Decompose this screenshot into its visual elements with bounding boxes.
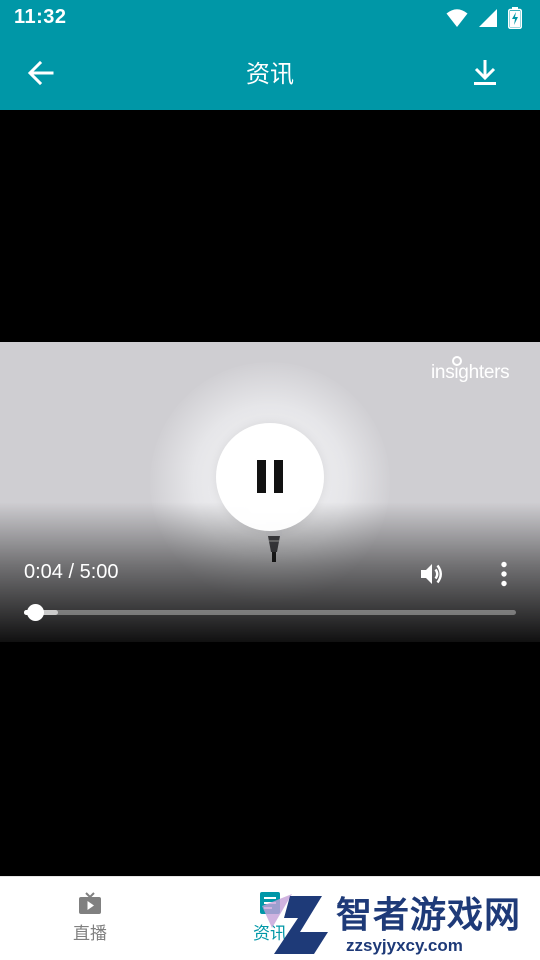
- status-bar: 11:32: [0, 0, 540, 36]
- status-icons: [446, 7, 522, 29]
- app-bar: 资讯: [0, 36, 540, 110]
- status-time: 11:32: [14, 6, 67, 28]
- signal-icon: [479, 9, 497, 27]
- more-options-button[interactable]: [494, 561, 514, 587]
- pause-button[interactable]: [216, 423, 324, 531]
- site-logo-icon: [262, 894, 328, 954]
- volume-button[interactable]: [418, 560, 446, 588]
- time-display: 0:04 / 5:00: [24, 561, 119, 583]
- site-watermark: 智者游戏网 zzsyjyxcy.com: [254, 888, 540, 960]
- page-title: 资讯: [246, 60, 294, 88]
- site-url: zzsyjyxcy.com: [346, 936, 463, 955]
- volume-icon: [421, 564, 442, 584]
- nav-item-live[interactable]: 直播: [30, 877, 150, 960]
- download-button[interactable]: [470, 56, 500, 90]
- nav-label-live: 直播: [73, 924, 107, 944]
- site-name: 智者游戏网: [336, 895, 522, 936]
- more-vertical-icon: [501, 561, 507, 587]
- wifi-icon: [446, 9, 468, 27]
- battery-icon: [508, 7, 522, 29]
- seek-bar[interactable]: [24, 604, 516, 621]
- brand-logo: insighters: [431, 362, 510, 383]
- video-player[interactable]: insighters 0:04 / 5:00: [0, 342, 540, 642]
- download-icon: [474, 60, 496, 85]
- tv-icon: [79, 892, 101, 914]
